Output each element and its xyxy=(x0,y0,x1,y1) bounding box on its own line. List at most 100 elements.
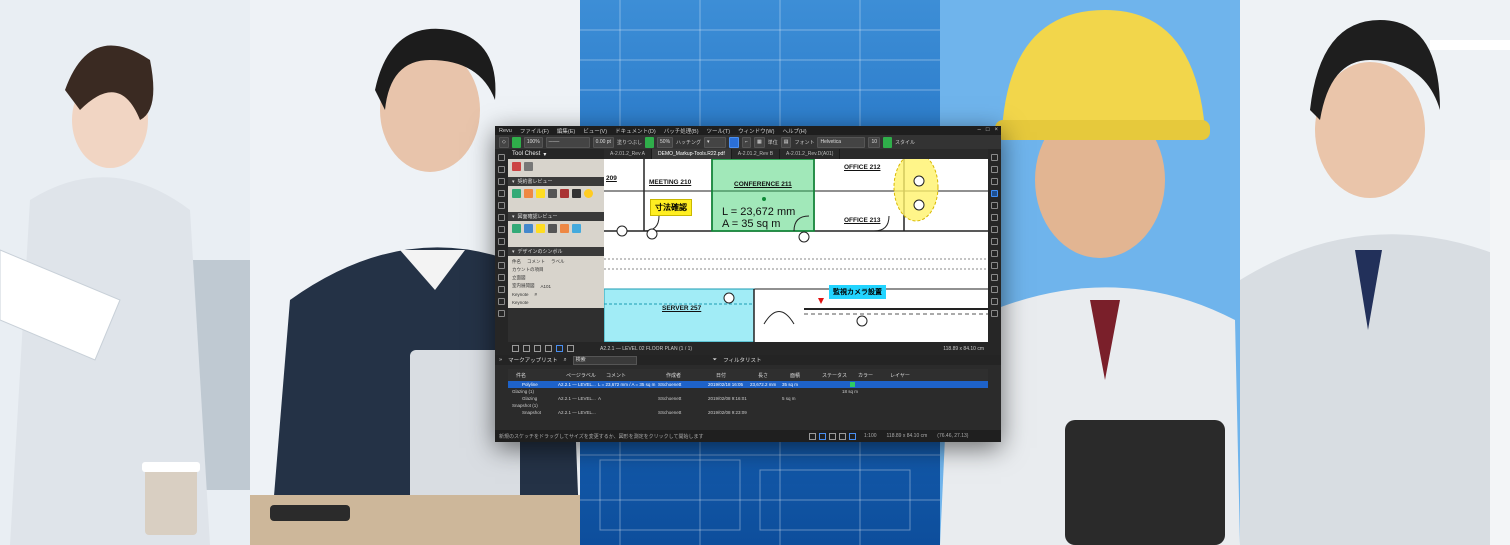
dimension-icon[interactable] xyxy=(548,224,557,233)
split-view-icon[interactable] xyxy=(567,345,574,352)
callout-icon[interactable] xyxy=(524,224,533,233)
signatures-icon[interactable] xyxy=(498,250,505,257)
col-status[interactable]: ステータス xyxy=(822,372,858,379)
rectangle-icon[interactable] xyxy=(991,250,998,257)
select-icon[interactable] xyxy=(991,154,998,161)
maximize-icon[interactable]: □ xyxy=(986,127,990,133)
pan-icon[interactable] xyxy=(991,166,998,173)
grid-icon[interactable]: ▦ xyxy=(753,136,765,148)
table-row[interactable]: Snapshot A2.2.1 — LEVEL... SSchoenett 20… xyxy=(508,409,988,416)
cloud-icon[interactable] xyxy=(991,214,998,221)
stamp-icon[interactable] xyxy=(512,162,521,171)
table-row[interactable]: Snapshot (1) xyxy=(508,402,988,409)
text-icon[interactable] xyxy=(991,202,998,209)
continuous-icon[interactable] xyxy=(545,345,552,352)
markup-icon[interactable] xyxy=(829,432,836,440)
menu-help[interactable]: ヘルプ(H) xyxy=(782,127,806,135)
menu-document[interactable]: ドキュメント(D) xyxy=(615,127,656,135)
measure-icon[interactable] xyxy=(729,136,740,148)
zoom-icon[interactable] xyxy=(991,178,998,185)
menu-tools[interactable]: ツール(T) xyxy=(707,127,731,135)
list-item[interactable]: 室内展開図 A101 xyxy=(512,282,600,290)
polygon-icon[interactable] xyxy=(991,274,998,281)
measure-icon[interactable] xyxy=(991,286,998,293)
tab-rev-d[interactable]: A-2.01.2_Rev.D(A01) xyxy=(780,149,841,159)
col-subject[interactable]: 件名 xyxy=(508,372,566,379)
col-date[interactable]: 日付 xyxy=(716,372,758,379)
bulb-icon[interactable] xyxy=(584,189,593,198)
line-icon[interactable] xyxy=(991,226,998,233)
col-author[interactable]: 作成者 xyxy=(666,372,716,379)
callout-camera[interactable]: 監視カメラ設置 xyxy=(829,285,886,299)
hatch-select[interactable]: ▾ xyxy=(704,136,727,148)
ellipse-icon[interactable] xyxy=(991,262,998,269)
list-item[interactable]: Keynote # xyxy=(512,290,600,298)
eraser-icon[interactable] xyxy=(991,310,998,317)
properties-icon[interactable] xyxy=(498,166,505,173)
thumbnails-icon[interactable] xyxy=(498,202,505,209)
menu-batch[interactable]: バッチ処理(B) xyxy=(664,127,699,135)
shape-icon[interactable]: ◇ xyxy=(499,136,509,148)
menu-edit[interactable]: 編集(E) xyxy=(557,127,575,135)
lamp-icon[interactable] xyxy=(572,189,581,198)
reuse-icon[interactable] xyxy=(839,432,846,440)
col-color[interactable]: カラー xyxy=(858,372,890,379)
tab-demo-markup[interactable]: DEMO_Markup-Tools.R22.pdf xyxy=(652,149,732,159)
pen-icon[interactable] xyxy=(524,162,533,171)
minimize-icon[interactable]: – xyxy=(978,127,981,133)
section-design-symbols[interactable]: ▾ デザインのシンボル xyxy=(508,247,604,256)
list-item[interactable]: Keynote xyxy=(512,298,600,306)
bookmarks-icon[interactable] xyxy=(498,190,505,197)
prev-page-icon[interactable] xyxy=(523,345,530,352)
cloud-icon[interactable] xyxy=(512,224,521,233)
studio-icon[interactable] xyxy=(498,238,505,245)
snap-icon[interactable] xyxy=(819,432,826,440)
measurements-icon[interactable] xyxy=(498,226,505,233)
table-row[interactable]: Glazing A2.2.1 — LEVEL... A SSchoenett 2… xyxy=(508,395,988,402)
drawing-canvas[interactable]: 209 MEETING 210 CONFERENCE 211 OFFICE 21… xyxy=(604,159,988,342)
snap-icon[interactable]: ⌐ xyxy=(742,136,751,148)
opacity-field[interactable]: 50% xyxy=(657,136,674,148)
cloud-icon[interactable] xyxy=(512,189,521,198)
callout-dimension-check[interactable]: 寸法確認 xyxy=(650,199,692,216)
stamp-icon[interactable] xyxy=(991,298,998,305)
tool-chest-header[interactable]: Tool Chest ▾ xyxy=(508,149,604,159)
list-item[interactable]: 立面図 xyxy=(512,274,600,282)
pen-icon[interactable] xyxy=(991,190,998,197)
text-color-swatch[interactable] xyxy=(883,136,893,148)
table-row[interactable]: Polyline A2.2.1 — LEVEL... L = 23,672 mm… xyxy=(508,381,988,388)
single-page-icon[interactable] xyxy=(534,345,541,352)
pencil-icon[interactable] xyxy=(548,189,557,198)
section-drawing-review[interactable]: ▾ 図面確認レビュー xyxy=(508,212,604,221)
col-layer[interactable]: レイヤー xyxy=(890,372,926,379)
menu-file[interactable]: ファイル(F) xyxy=(520,127,549,135)
fill-color-swatch[interactable] xyxy=(645,136,655,148)
sheet-label[interactable]: A2.2.1 — LEVEL 02 FLOOR PLAN (1 / 1) xyxy=(600,346,692,352)
markups-search-input[interactable]: 検索 xyxy=(572,355,637,365)
tool-chest-icon[interactable] xyxy=(498,154,505,161)
menu-revu[interactable]: Revu xyxy=(499,128,512,134)
highlight-icon[interactable] xyxy=(524,189,533,198)
expand-icon[interactable]: » xyxy=(499,357,502,363)
search-icon[interactable] xyxy=(498,214,505,221)
zoom-field[interactable]: 100% xyxy=(523,136,543,148)
col-area[interactable]: 面積 xyxy=(790,372,822,379)
col-comments[interactable]: コメント xyxy=(606,372,666,379)
spaces-icon[interactable] xyxy=(498,274,505,281)
note-icon[interactable] xyxy=(536,224,545,233)
arrow-icon[interactable] xyxy=(991,238,998,245)
file-access-icon[interactable] xyxy=(498,286,505,293)
chevron-down-icon[interactable]: ▾ xyxy=(543,151,546,158)
list-item[interactable]: カウントの項目 xyxy=(512,266,600,274)
links-icon[interactable] xyxy=(498,262,505,269)
filter-list-button[interactable]: フィルタリスト xyxy=(723,356,761,364)
highlight-icon[interactable] xyxy=(560,224,569,233)
note-icon[interactable] xyxy=(536,189,545,198)
section-contract-review[interactable]: ▾ 契約書レビュー xyxy=(508,177,604,186)
font-size-select[interactable]: 10 xyxy=(868,136,881,148)
close-icon[interactable]: × xyxy=(994,127,998,133)
search-icon[interactable]: ⌕ xyxy=(564,357,567,364)
first-page-icon[interactable] xyxy=(512,345,519,352)
menu-view[interactable]: ビュー(V) xyxy=(583,127,607,135)
filter-icon[interactable]: ⏷ xyxy=(713,357,717,364)
